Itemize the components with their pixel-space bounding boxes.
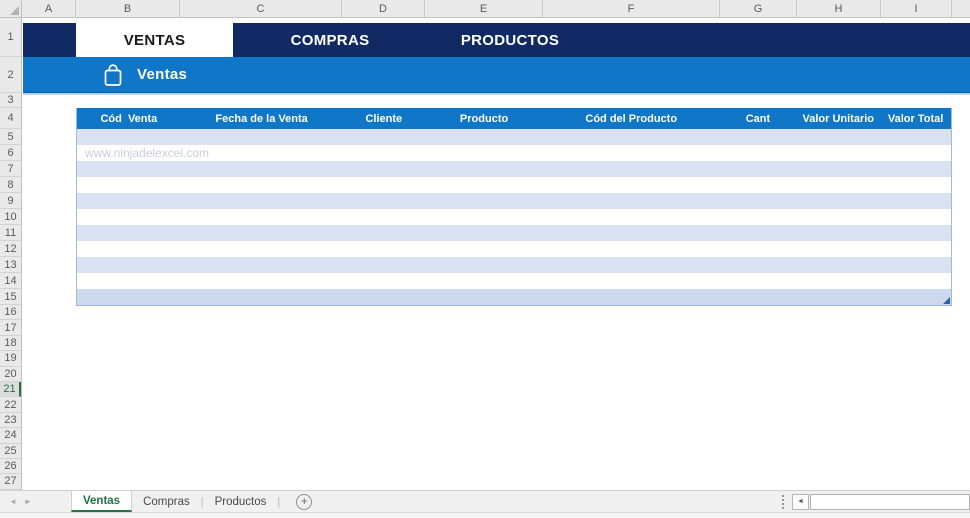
table-header-cell[interactable]: Cant — [720, 108, 797, 129]
row-number-2[interactable]: 2 — [0, 57, 21, 93]
column-header-e[interactable]: E — [425, 0, 543, 17]
table-row[interactable] — [77, 177, 951, 193]
row-number-13[interactable]: 13 — [0, 257, 21, 273]
table-header-cell[interactable]: Valor Unitario — [796, 108, 880, 129]
nav-tab-compras[interactable]: COMPRAS — [260, 23, 400, 57]
column-header-filler — [952, 0, 970, 17]
table-row[interactable] — [77, 241, 951, 257]
row-number-25[interactable]: 25 — [0, 444, 21, 459]
table-row[interactable] — [77, 209, 951, 225]
table-header-cell[interactable]: Cliente — [342, 108, 425, 129]
table-row[interactable] — [77, 273, 951, 289]
table-header-cell[interactable]: Fecha de la Venta — [181, 108, 343, 129]
tab-divider: | — [277, 495, 281, 508]
row-number-gutter: 1 2 3 4 5 6 7 8 9 10 11 12 13 14 15 16 17 18 19 20 21 22 23 24 2… — [0, 18, 22, 490]
row-number-3[interactable]: 3 — [0, 93, 21, 108]
row-number-1[interactable]: 1 — [0, 18, 21, 57]
column-header-i[interactable]: I — [881, 0, 952, 17]
row-number-14[interactable]: 14 — [0, 273, 21, 289]
sheet-canvas: VENTAS COMPRAS PRODUCTOS Ventas Cód Vent… — [23, 18, 970, 490]
sheet-tab-compras[interactable]: Compras — [132, 491, 201, 512]
row-number-20[interactable]: 20 — [0, 367, 21, 382]
column-header-h[interactable]: H — [797, 0, 881, 17]
table-row[interactable]: www.ninjadelexcel.com — [77, 145, 951, 161]
table-row[interactable] — [77, 225, 951, 241]
sheet-nav-arrows: ◄ ► — [0, 497, 44, 506]
nav-tab-ventas[interactable]: VENTAS — [76, 23, 233, 57]
select-all-triangle-icon — [10, 6, 19, 15]
row-number-18[interactable]: 18 — [0, 336, 21, 352]
row-number-23[interactable]: 23 — [0, 413, 21, 429]
watermark-text: www.ninjadelexcel.com — [85, 146, 210, 160]
row-number-19[interactable]: 19 — [0, 351, 21, 367]
row-number-17[interactable]: 17 — [0, 320, 21, 336]
column-header-b[interactable]: B — [76, 0, 180, 17]
table-header-cell[interactable]: Cód Venta — [77, 108, 181, 129]
row-number-4[interactable]: 4 — [0, 108, 21, 129]
sales-table: Cód Venta Fecha de la Venta Cliente Product… — [76, 108, 952, 306]
nav-tab-productos[interactable]: PRODUCTOS — [440, 23, 580, 57]
sheet-tab-productos[interactable]: Productos — [204, 491, 278, 512]
row-number-22[interactable]: 22 — [0, 397, 21, 413]
row-number-15[interactable]: 15 — [0, 289, 21, 305]
column-header-a[interactable]: A — [22, 0, 76, 17]
row-number-5[interactable]: 5 — [0, 129, 21, 145]
column-header-strip: ABCDEFGHI — [0, 0, 970, 18]
section-title: Ventas — [137, 66, 188, 83]
table-row[interactable] — [77, 161, 951, 177]
add-sheet-button[interactable]: + — [296, 493, 313, 510]
row-number-16[interactable]: 16 — [0, 305, 21, 321]
sheet-nav-right-icon[interactable]: ► — [24, 497, 32, 506]
tab-scrollbar-splitter[interactable] — [774, 494, 792, 509]
column-header-g[interactable]: G — [720, 0, 797, 17]
nav-banner: VENTAS COMPRAS PRODUCTOS — [23, 23, 970, 57]
table-header-cell[interactable]: Valor Total — [880, 108, 951, 129]
excel-window: ABCDEFGHI 1 2 3 4 5 6 7 8 9 10 11 12 13 14 15 16 17 18 19 2… — [0, 0, 970, 518]
table-header-cell[interactable]: Cód del Producto — [543, 108, 720, 129]
row-number-21[interactable]: 21 — [0, 381, 21, 398]
row-number-24[interactable]: 24 — [0, 428, 21, 444]
row-number-6[interactable]: 6 — [0, 145, 21, 161]
table-header-cell[interactable]: Producto — [425, 108, 543, 129]
row-number-10[interactable]: 10 — [0, 209, 21, 225]
hscroll-thumb[interactable] — [810, 493, 970, 510]
table-header-row: Cód Venta Fecha de la Venta Cliente Product… — [77, 108, 951, 129]
row-number-12[interactable]: 12 — [0, 241, 21, 257]
row-number-9[interactable]: 9 — [0, 193, 21, 209]
table-row[interactable] — [77, 193, 951, 209]
sheet-tab-bar: ◄ ► Ventas Compras | Productos | + ◄ — [0, 490, 970, 512]
row-number-11[interactable]: 11 — [0, 225, 21, 241]
row-number-8[interactable]: 8 — [0, 177, 21, 193]
hscroll-left-arrow[interactable]: ◄ — [792, 493, 809, 510]
column-header-c[interactable]: C — [180, 0, 342, 17]
table-row[interactable] — [77, 257, 951, 273]
table-resize-handle[interactable] — [943, 297, 950, 304]
sheet-tab-ventas[interactable]: Ventas — [71, 491, 133, 512]
column-header-d[interactable]: D — [342, 0, 425, 17]
sheet-nav-left-icon[interactable]: ◄ — [9, 497, 17, 506]
row-number-7[interactable]: 7 — [0, 161, 21, 177]
shopping-bag-icon — [104, 63, 122, 86]
column-header-f[interactable]: F — [543, 0, 720, 17]
table-row[interactable] — [77, 289, 951, 305]
select-all-button[interactable] — [0, 0, 22, 17]
section-title-bar: Ventas — [23, 57, 970, 93]
row-number-27[interactable]: 27 — [0, 474, 21, 490]
row-number-26[interactable]: 26 — [0, 459, 21, 475]
table-row[interactable] — [77, 129, 951, 145]
status-bar — [0, 512, 970, 518]
